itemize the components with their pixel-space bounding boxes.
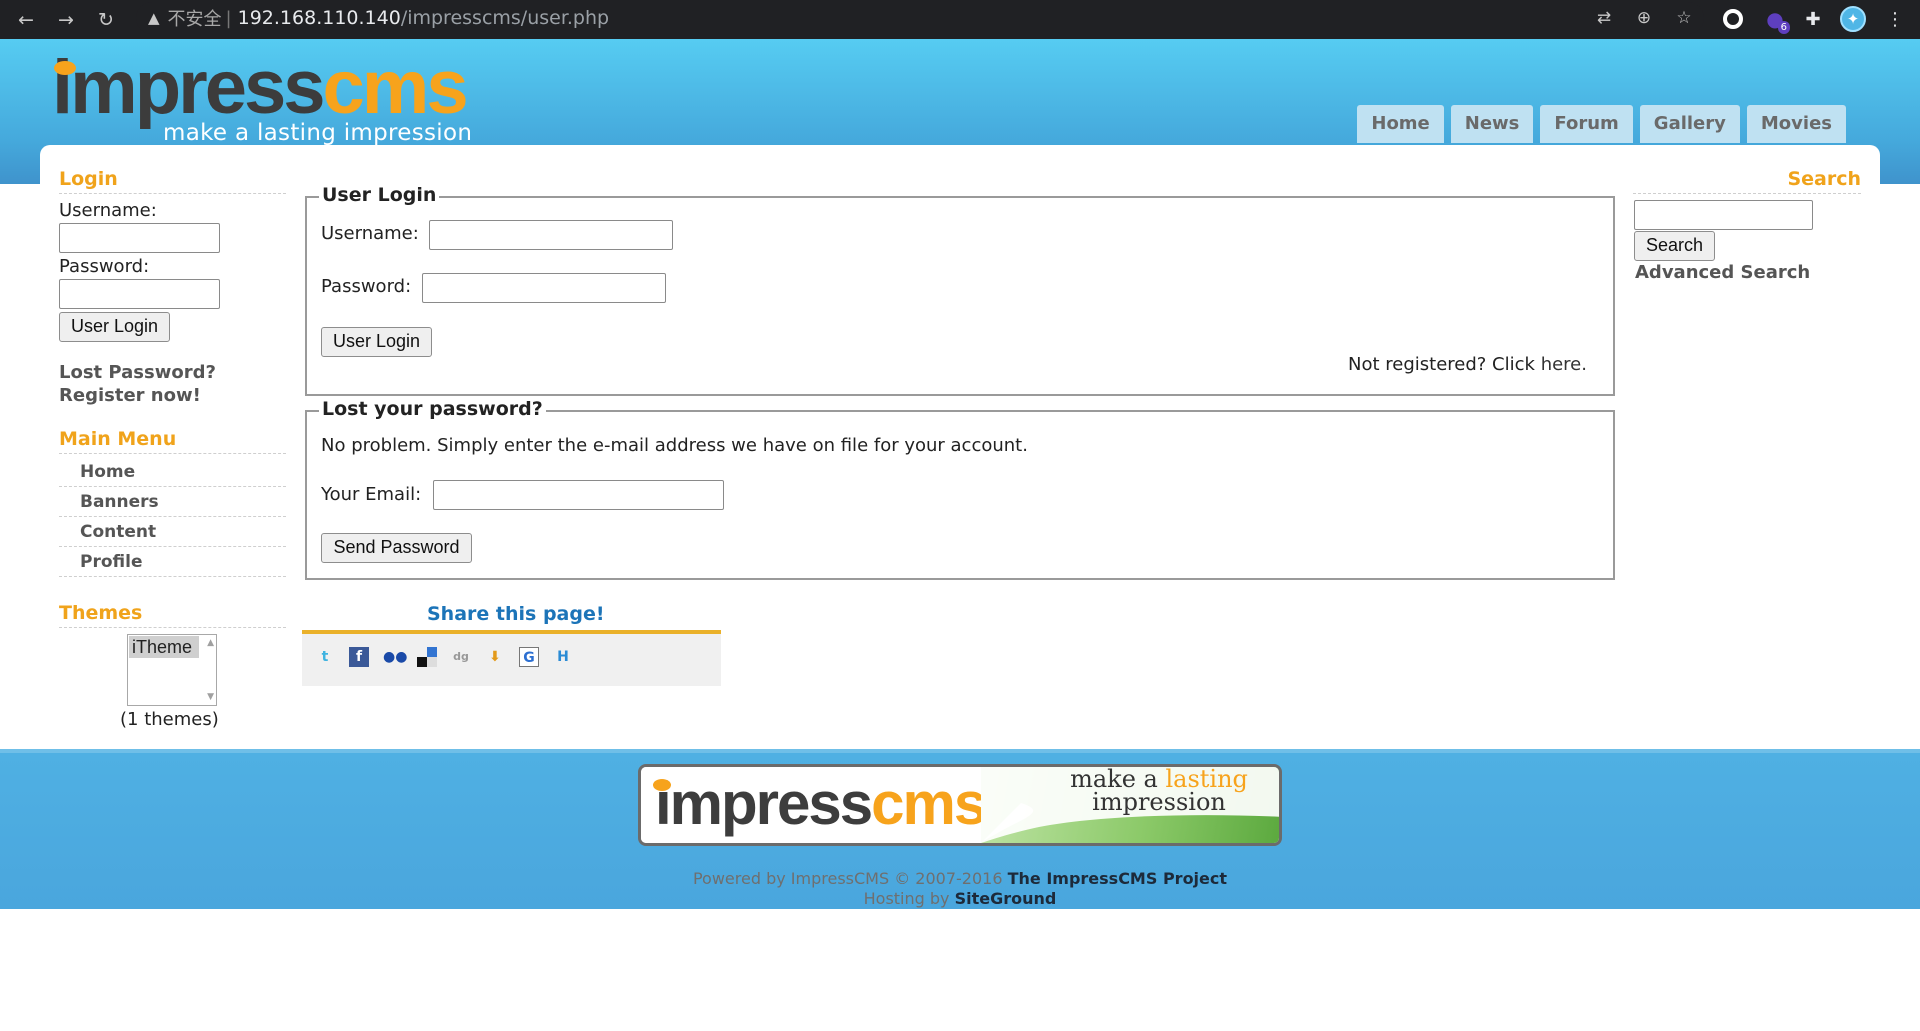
url-path: /impresscms/user.php [400, 7, 610, 29]
register-now-link[interactable]: Register now! [59, 384, 286, 407]
back-arrow-icon[interactable]: ← [12, 6, 40, 34]
lost-password-description: No problem. Simply enter the e-mail addr… [321, 435, 1028, 456]
login-username-label: Username: [59, 200, 157, 221]
menu-item-content[interactable]: Content [59, 517, 286, 547]
url-host: 192.168.110.140 [237, 7, 401, 29]
search-block-title: Search [1633, 166, 1861, 194]
powered-by-line: Powered by ImpressCMS © 2007-2016 The Im… [0, 869, 1920, 888]
login-block-submit-button[interactable]: User Login [59, 312, 170, 342]
google-icon[interactable]: G [519, 647, 539, 667]
logo-cms: cms [322, 45, 469, 130]
bookmark-star-icon[interactable]: ☆ [1664, 8, 1704, 28]
tab-gallery[interactable]: Gallery [1639, 105, 1740, 143]
themes-title: Themes [59, 600, 286, 628]
themes-block: Themes [59, 600, 286, 628]
browser-toolbar: ← → ↻ ▲ 不安全 | 192.168.110.140/impresscms… [0, 0, 1920, 39]
logo-tagline: make a lasting impression [163, 120, 473, 146]
forward-arrow-icon[interactable]: → [52, 6, 80, 34]
siteground-link[interactable]: SiteGround [955, 889, 1057, 908]
profile-avatar[interactable]: ✦ [1838, 4, 1868, 34]
share-title: Share this page! [427, 603, 605, 625]
send-password-button[interactable]: Send Password [321, 533, 472, 563]
footer-slogan: make a lasting impression [1039, 767, 1279, 816]
login-password-input[interactable] [59, 279, 220, 309]
hyves-icon[interactable]: H [553, 647, 573, 667]
login-block: Login Username: Password: User Login Los… [59, 166, 286, 407]
lost-password-legend: Lost your password? [319, 397, 546, 421]
logo-impress: impress [52, 45, 325, 130]
extensions-puzzle-icon[interactable]: ✚ [1798, 4, 1828, 34]
user-login-legend: User Login [319, 183, 440, 207]
search-button[interactable]: Search [1634, 231, 1715, 261]
theme-select-list[interactable]: iTheme ▲ ▼ [127, 634, 217, 706]
footer-logo-slogan-area: make a lasting impression [981, 767, 1279, 843]
address-separator: | [225, 7, 232, 29]
insecure-label: 不安全 [167, 9, 222, 30]
facebook-icon[interactable]: f [349, 647, 369, 667]
main-nav-tabs: Home News Forum Gallery Movies [1357, 105, 1846, 143]
address-bar[interactable]: ▲ 不安全 | 192.168.110.140/impresscms/user.… [136, 2, 1704, 34]
footer-logo-dot [653, 779, 671, 791]
extension-badge-icon[interactable]: ● 6 [1760, 4, 1790, 34]
web-page: impresscms make a lasting impression Hom… [0, 39, 1920, 1031]
twitter-icon[interactable]: t [315, 647, 335, 667]
footer-logo-left: impresscms [641, 767, 987, 843]
email-label: Your Email: [321, 484, 422, 505]
not-registered-prefix: Not registered? Click [1348, 354, 1535, 375]
login-username-input[interactable] [59, 223, 220, 253]
tab-news[interactable]: News [1450, 105, 1534, 143]
footer-slogan-b: impression [1092, 788, 1226, 816]
theme-option-itheme[interactable]: iTheme [129, 636, 199, 658]
password-label: Password: [321, 276, 412, 297]
footer-logo-cms: cms [871, 770, 987, 837]
tab-forum[interactable]: Forum [1540, 105, 1633, 143]
extension-circle-icon[interactable] [1718, 4, 1748, 34]
powered-by-prefix: Powered by ImpressCMS © 2007-2016 [692, 869, 1008, 888]
main-menu-block: Main Menu Home Banners Content Profile [59, 426, 286, 577]
scroll-up-icon[interactable]: ▲ [207, 638, 214, 648]
extension-badge-count: 6 [1777, 21, 1790, 34]
tab-movies[interactable]: Movies [1746, 105, 1846, 143]
site-logo[interactable]: impresscms make a lasting impression [52, 47, 512, 147]
login-block-title: Login [59, 166, 286, 194]
reload-icon[interactable]: ↻ [92, 6, 120, 34]
myspace-icon[interactable]: ●● [383, 647, 407, 667]
stumble-icon[interactable]: ⬇ [485, 647, 505, 667]
tab-home[interactable]: Home [1357, 105, 1444, 143]
delicious-icon[interactable] [417, 647, 437, 667]
warning-icon: ▲ [148, 9, 160, 27]
hosting-line: Hosting by SiteGround [0, 889, 1920, 908]
username-input[interactable] [429, 220, 673, 250]
password-input[interactable] [422, 273, 666, 303]
hosting-prefix: Hosting by [863, 889, 955, 908]
not-registered-text: Not registered? Click here. [1348, 353, 1587, 377]
browser-menu-icon[interactable]: ⋮ [1880, 4, 1910, 34]
zoom-icon[interactable]: ⊕ [1624, 8, 1664, 28]
main-menu-title: Main Menu [59, 426, 286, 454]
share-bar: t f ●● dg ⬇ G H [302, 630, 721, 686]
here-link[interactable]: here. [1541, 354, 1587, 375]
footer-logo-banner[interactable]: impresscms make a lasting impression [638, 764, 1282, 846]
login-password-label: Password: [59, 256, 150, 277]
impresscms-project-link[interactable]: The ImpressCMS Project [1008, 869, 1227, 888]
themes-count: (1 themes) [120, 709, 219, 730]
menu-item-banners[interactable]: Banners [59, 487, 286, 517]
search-input[interactable] [1634, 200, 1813, 230]
lost-password-link[interactable]: Lost Password? [59, 361, 286, 384]
digg-icon[interactable]: dg [451, 647, 471, 667]
translate-icon[interactable]: ⇄ [1584, 8, 1624, 28]
advanced-search-link[interactable]: Advanced Search [1635, 261, 1810, 284]
scroll-down-icon[interactable]: ▼ [207, 692, 214, 702]
username-label: Username: [321, 223, 419, 244]
menu-item-home[interactable]: Home [59, 457, 286, 487]
menu-item-profile[interactable]: Profile [59, 547, 286, 577]
user-login-button[interactable]: User Login [321, 327, 432, 357]
logo-dot [54, 61, 76, 75]
email-input[interactable] [433, 480, 724, 510]
footer-logo-impress: impress [655, 770, 873, 837]
